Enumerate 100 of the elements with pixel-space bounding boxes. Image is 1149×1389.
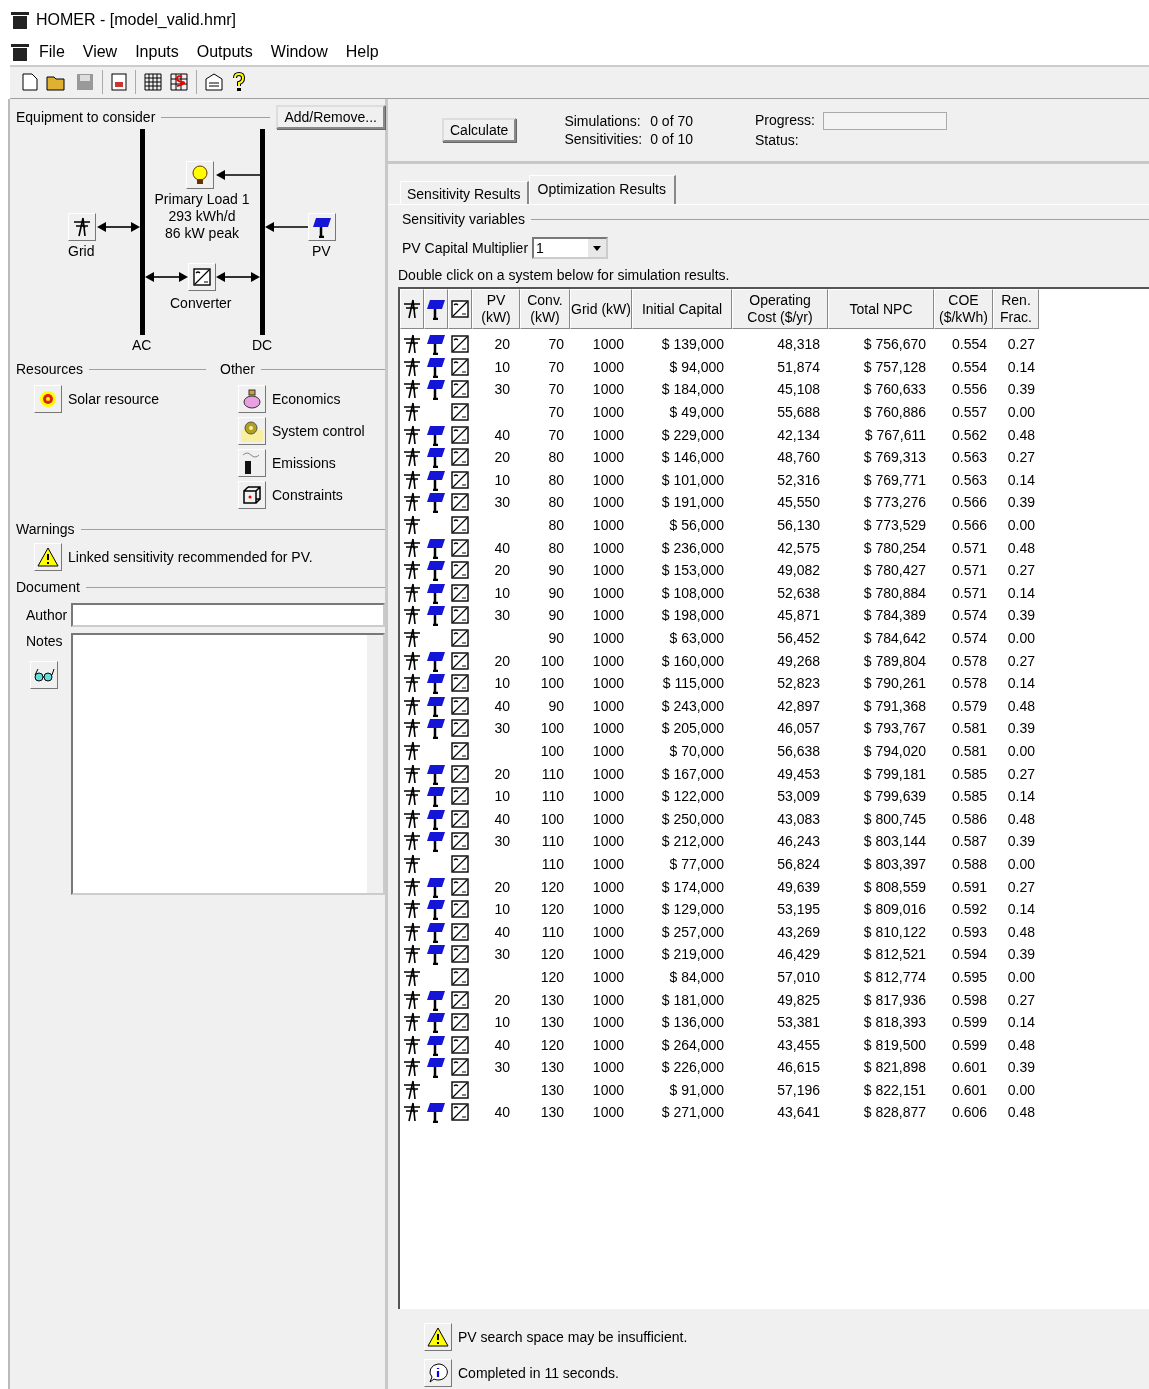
- result-row[interactable]: 110 1000 $ 77,000 56,824 $ 803,397 0.588 0.00: [400, 852, 1149, 876]
- result-row[interactable]: 30 120 1000 $ 219,000 46,429 $ 812,521 0.594 0.39: [400, 943, 1149, 966]
- author-field[interactable]: [71, 603, 385, 627]
- column-header[interactable]: Ren. Frac.: [993, 289, 1039, 329]
- light-bulb-icon[interactable]: [186, 161, 214, 189]
- converter-icon: [451, 1080, 469, 1099]
- result-row[interactable]: 40 130 1000 $ 271,000 43,641 $ 828,877 0.606 0.48: [400, 1101, 1149, 1124]
- column-header[interactable]: Operating Cost ($/yr): [732, 289, 828, 329]
- sun-icon[interactable]: [34, 385, 62, 413]
- result-row[interactable]: 40 80 1000 $ 236,000 42,575 $ 780,254 0.571 0.48: [400, 536, 1149, 559]
- column-header[interactable]: [400, 289, 424, 329]
- message-button[interactable]: [424, 1323, 452, 1351]
- result-row[interactable]: 30 110 1000 $ 212,000 46,243 $ 803,144 0.587 0.39: [400, 830, 1149, 853]
- result-row[interactable]: 40 110 1000 $ 257,000 43,269 $ 810,122 0.593 0.48: [400, 920, 1149, 944]
- multiplier-dropdown[interactable]: 1: [532, 237, 609, 259]
- tab[interactable]: Sensitivity Results: [400, 181, 529, 205]
- menu-item[interactable]: Window: [261, 42, 337, 61]
- arrow-line: [97, 221, 140, 233]
- result-row[interactable]: 10 80 1000 $ 101,000 52,316 $ 769,771 0.563 0.14: [400, 468, 1149, 492]
- emissions-button[interactable]: [238, 449, 266, 477]
- glasses-icon[interactable]: [30, 661, 59, 689]
- result-row[interactable]: 100 1000 $ 70,000 56,638 $ 794,020 0.581 0.00: [400, 739, 1149, 763]
- converter-icon: [451, 380, 469, 399]
- control-button[interactable]: [238, 417, 266, 445]
- result-row[interactable]: 10 110 1000 $ 122,000 53,009 $ 799,639 0.585 0.14: [400, 784, 1149, 808]
- result-row[interactable]: 30 70 1000 $ 184,000 45,108 $ 760,633 0.556 0.39: [400, 378, 1149, 401]
- solar-panel-icon: [426, 717, 446, 740]
- economics-button[interactable]: [238, 385, 266, 413]
- transmission-tower-icon: [402, 468, 422, 491]
- table-cell-text: $ 812,774: [862, 968, 927, 985]
- column-header[interactable]: COE ($/kWh): [934, 289, 993, 329]
- result-row[interactable]: 40 120 1000 $ 264,000 43,455 $ 819,500 0.599 0.48: [400, 1033, 1149, 1056]
- column-header[interactable]: Conv. (kW): [520, 289, 570, 329]
- scrollbar[interactable]: [367, 635, 383, 893]
- column-header[interactable]: Total NPC: [828, 289, 934, 329]
- column-header[interactable]: [448, 289, 472, 329]
- result-row[interactable]: 30 130 1000 $ 226,000 46,615 $ 821,898 0.601 0.39: [400, 1056, 1149, 1079]
- column-header[interactable]: Grid (kW): [570, 289, 632, 329]
- result-row[interactable]: 10 90 1000 $ 108,000 52,638 $ 780,884 0.571 0.14: [400, 581, 1149, 605]
- table-cell-text: $ 757,128: [862, 358, 927, 375]
- open-folder-icon[interactable]: [46, 73, 68, 92]
- converter-icon: [451, 742, 469, 760]
- transmission-tower-icon: [402, 875, 422, 898]
- converter-button[interactable]: [188, 263, 216, 291]
- transmission-tower-icon: [402, 298, 422, 320]
- result-row[interactable]: 20 120 1000 $ 174,000 49,639 $ 808,559 0.591 0.27: [400, 875, 1149, 898]
- result-row[interactable]: 40 90 1000 $ 243,000 42,897 $ 791,368 0.579 0.48: [400, 694, 1149, 718]
- add-remove-button[interactable]: Add/Remove...: [276, 105, 385, 129]
- solar-panel-icon: [426, 378, 446, 401]
- table-cell-text: 30: [493, 833, 511, 850]
- solar-panel-icon: [426, 604, 446, 627]
- converter-icon: [451, 787, 469, 806]
- result-row[interactable]: 70 1000 $ 49,000 55,688 $ 760,886 0.557 0.00: [400, 400, 1149, 424]
- table-cell-text: 1000: [591, 810, 625, 827]
- result-row[interactable]: 20 70 1000 $ 139,000 48,318 $ 756,670 0.554 0.27: [400, 333, 1149, 356]
- menu-item[interactable]: View: [73, 42, 127, 61]
- result-row[interactable]: 20 100 1000 $ 160,000 49,268 $ 789,804 0.578 0.27: [400, 649, 1149, 672]
- table-cell-text: 0.606: [950, 1104, 988, 1121]
- menu-item[interactable]: Help: [336, 42, 388, 61]
- result-row[interactable]: 20 130 1000 $ 181,000 49,825 $ 817,936 0.598 0.27: [400, 988, 1149, 1011]
- table-cell-text: 0.39: [1006, 946, 1036, 963]
- pv-button[interactable]: [308, 213, 336, 241]
- table-icon[interactable]: [144, 73, 162, 92]
- result-row[interactable]: 10 70 1000 $ 94,000 51,874 $ 757,128 0.554 0.14: [400, 355, 1149, 379]
- result-row[interactable]: 40 70 1000 $ 229,000 42,134 $ 767,611 0.562 0.48: [400, 423, 1149, 446]
- result-row[interactable]: 40 100 1000 $ 250,000 43,083 $ 800,745 0.586 0.48: [400, 807, 1149, 831]
- message-button[interactable]: [424, 1359, 452, 1387]
- tab[interactable]: Optimization Results: [528, 175, 676, 204]
- result-row[interactable]: 30 80 1000 $ 191,000 45,550 $ 773,276 0.566 0.39: [400, 491, 1149, 514]
- result-row[interactable]: 120 1000 $ 84,000 57,010 $ 812,774 0.595 0.00: [400, 965, 1149, 989]
- grid-button[interactable]: [68, 213, 96, 241]
- help-icon[interactable]: [233, 72, 245, 93]
- table-cell-text: 100: [539, 720, 565, 737]
- cost-table-icon[interactable]: [170, 73, 188, 92]
- result-row[interactable]: 30 100 1000 $ 205,000 46,057 $ 793,767 0.581 0.39: [400, 717, 1149, 740]
- column-header[interactable]: [424, 289, 448, 329]
- menu-item[interactable]: Outputs: [187, 42, 262, 61]
- notes-field[interactable]: [70, 633, 385, 895]
- column-header[interactable]: Initial Capital: [632, 289, 732, 329]
- constraints-button[interactable]: [238, 481, 266, 509]
- new-file-icon[interactable]: [22, 73, 38, 92]
- calculate-button[interactable]: Calculate: [442, 118, 517, 142]
- result-row[interactable]: 10 100 1000 $ 115,000 52,823 $ 790,261 0.578 0.14: [400, 671, 1149, 695]
- result-row[interactable]: 130 1000 $ 91,000 57,196 $ 822,151 0.601 0.00: [400, 1078, 1149, 1102]
- result-row[interactable]: 10 130 1000 $ 136,000 53,381 $ 818,393 0.599 0.14: [400, 1010, 1149, 1034]
- result-row[interactable]: 20 80 1000 $ 146,000 48,760 $ 769,313 0.563 0.27: [400, 445, 1149, 469]
- result-row[interactable]: 80 1000 $ 56,000 56,130 $ 773,529 0.566 0.00: [400, 513, 1149, 537]
- report-icon[interactable]: [111, 73, 127, 92]
- menu-item[interactable]: Inputs: [126, 42, 188, 61]
- result-row[interactable]: 20 90 1000 $ 153,000 49,082 $ 780,427 0.571 0.27: [400, 558, 1149, 582]
- result-row[interactable]: 30 90 1000 $ 198,000 45,871 $ 784,389 0.574 0.39: [400, 604, 1149, 627]
- table-cell-text: $ 184,000: [660, 381, 725, 398]
- table-cell-text: 0.27: [1006, 562, 1036, 579]
- result-row[interactable]: 20 110 1000 $ 167,000 49,453 $ 799,181 0.585 0.27: [400, 762, 1149, 785]
- result-row[interactable]: 90 1000 $ 63,000 56,452 $ 784,642 0.574 0.00: [400, 626, 1149, 650]
- column-header[interactable]: PV (kW): [472, 289, 520, 329]
- table-cell-text: 120: [539, 1036, 565, 1053]
- menu-item[interactable]: File: [30, 42, 74, 61]
- warning-button[interactable]: [34, 543, 62, 571]
- result-row[interactable]: 10 120 1000 $ 129,000 53,195 $ 809,016 0.592 0.14: [400, 897, 1149, 921]
